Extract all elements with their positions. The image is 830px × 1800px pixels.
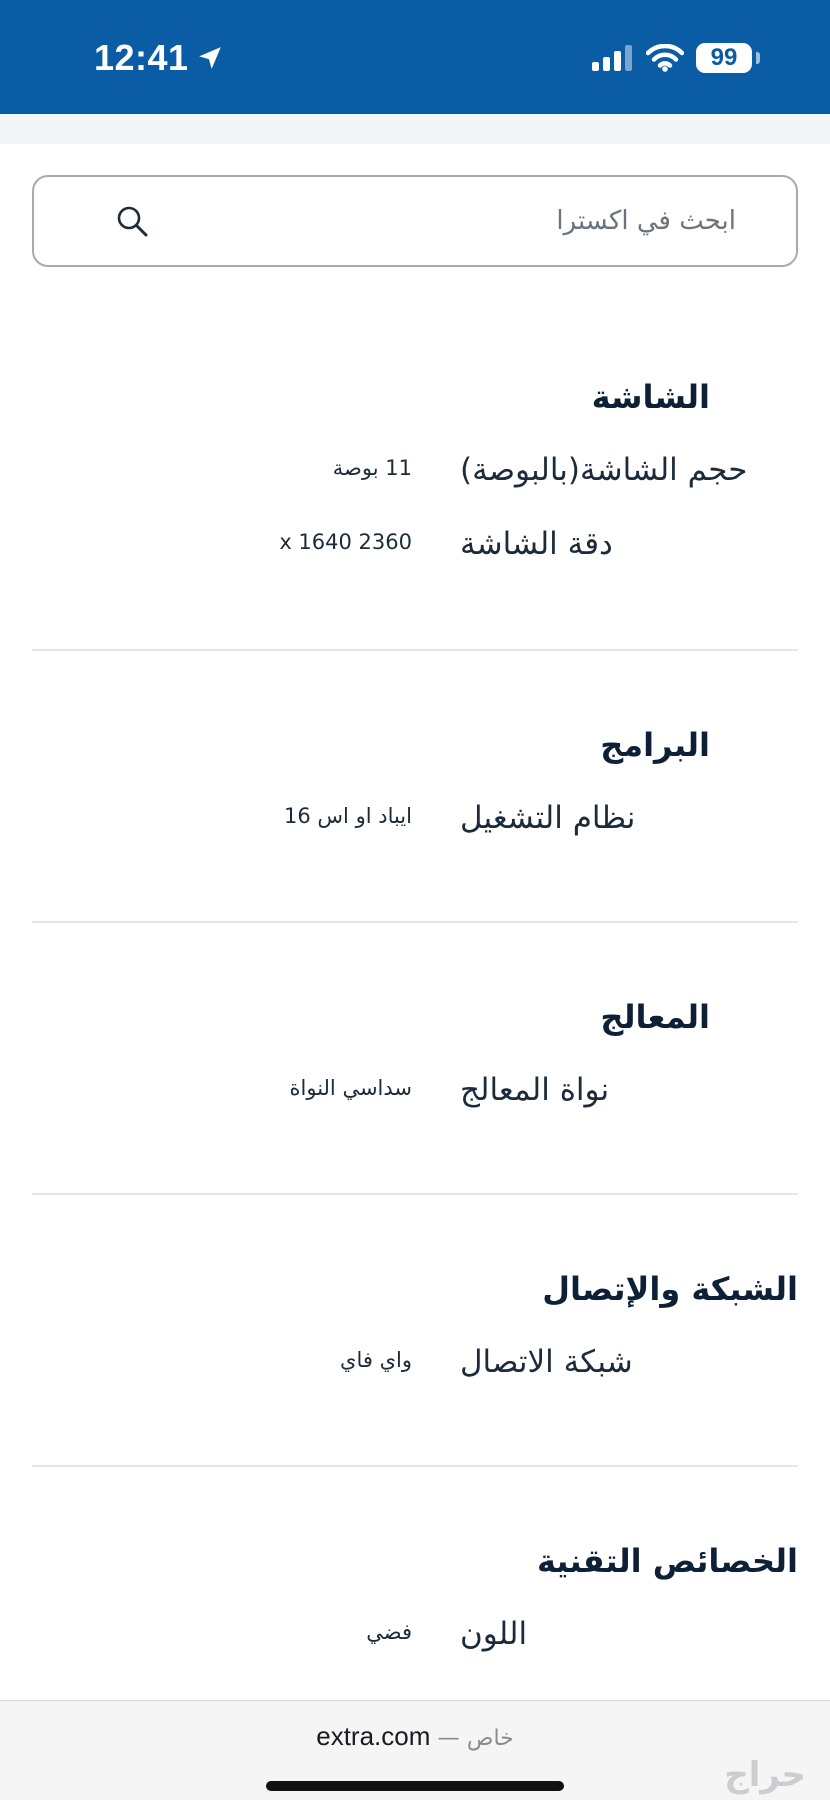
wifi-icon [646,44,684,72]
spec-label: نواة المعالج [460,1072,610,1108]
battery-icon: 99 [696,43,752,73]
section-title-processor: المعالج [600,998,710,1036]
section-divider [32,921,798,923]
spec-value: فضي [366,1620,412,1644]
section-title-software: البرامج [600,726,710,764]
spec-value: واي فاي [340,1348,412,1372]
spec-row-network: شبكة الاتصال واي فاي [0,1344,830,1390]
url-display[interactable]: extra.com — خاص [0,1721,830,1752]
location-arrow-icon [198,47,221,69]
url-separator: — [437,1726,460,1751]
spec-row-screen-size: حجم الشاشة(بالبوصة) 11 بوصة [0,452,830,498]
url-domain: extra.com [316,1721,431,1751]
section-title-screen: الشاشة [591,378,710,416]
status-time: 12:41 [94,36,223,80]
spec-value: x 1640 2360 [279,530,412,554]
spec-row-color: اللون فضي [0,1616,830,1662]
spec-value: سداسي النواة [289,1076,412,1100]
spec-label: اللون [460,1616,528,1652]
spec-row-screen-resolution: دقة الشاشة x 1640 2360 [0,526,830,572]
spec-row-os: نظام التشغيل ايباد او اس 16 [0,800,830,846]
search-icon[interactable] [116,205,150,239]
section-divider [32,1465,798,1467]
section-divider [32,1193,798,1195]
spec-label: شبكة الاتصال [460,1344,633,1380]
status-indicators: 99 [592,40,760,76]
spec-label: نظام التشغيل [460,800,636,836]
battery-level: 99 [710,44,738,71]
browser-url-bar[interactable]: extra.com — خاص حراج [0,1700,830,1800]
battery-tip [756,52,760,64]
spec-row-processor-core: نواة المعالج سداسي النواة [0,1072,830,1118]
header-strip [0,114,830,144]
section-title-technical: الخصائص التقنية [536,1542,798,1580]
haraj-watermark: حراج [724,1755,806,1795]
url-secure-label: خاص [466,1726,514,1751]
status-time-text: 12:41 [94,37,189,78]
home-indicator[interactable] [266,1781,564,1791]
search-box[interactable] [32,175,798,267]
spec-label: حجم الشاشة(بالبوصة) [460,452,748,488]
spec-value: ايباد او اس 16 [284,804,412,828]
search-input[interactable] [164,177,736,265]
spec-label: دقة الشاشة [460,526,613,562]
cellular-signal-icon [592,45,632,71]
status-bar: 12:41 99 [0,0,830,114]
section-divider [32,649,798,651]
spec-value: 11 بوصة [332,456,412,480]
section-title-network: الشبكة والإتصال [542,1270,798,1308]
